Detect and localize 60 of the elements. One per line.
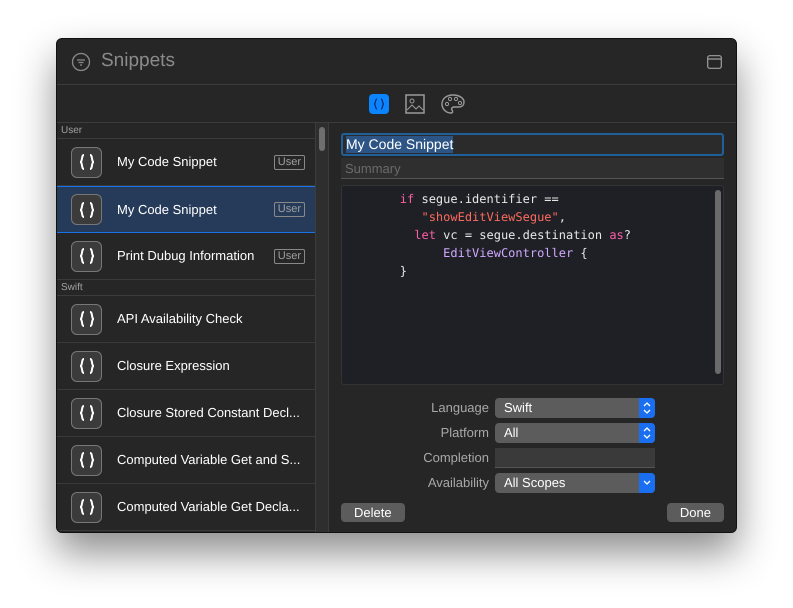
property-label: Platform (440, 424, 489, 442)
braces-icon (71, 398, 102, 428)
image-icon (404, 94, 424, 114)
summary-field[interactable]: Summary (341, 158, 724, 179)
snippet-name: Print Dubug Information (117, 247, 254, 266)
braces-icon (71, 444, 102, 476)
library-tab[interactable] (368, 94, 388, 114)
done-button[interactable]: Done (666, 503, 724, 522)
library-tab[interactable] (404, 94, 424, 114)
snippet-row[interactable]: Computed Variable Get and S... (57, 437, 315, 484)
snippet-row[interactable]: Closure Expression (57, 343, 315, 390)
snippet-row[interactable]: API Availability Check (57, 296, 315, 343)
snippet-row[interactable]: My Code Snippet User (57, 186, 315, 233)
scrollbar-thumb[interactable] (715, 190, 721, 374)
section-header: User (57, 123, 315, 139)
user-badge: User (274, 202, 305, 217)
property-label: Completion (422, 448, 489, 467)
snippet-row[interactable]: Closure Stored Constant Decl... (57, 390, 315, 437)
braces-icon (71, 240, 102, 272)
title-field[interactable]: My Code Snippet (341, 133, 724, 156)
filter-icon[interactable] (71, 52, 91, 72)
user-badge: User (274, 248, 305, 264)
property-label: Language (430, 398, 489, 417)
braces-icon (71, 146, 102, 178)
braces-icon (71, 304, 102, 334)
completion-field[interactable] (495, 448, 655, 468)
chevron-icon (639, 472, 655, 492)
user-badge: User (274, 154, 305, 170)
sidebar-toggle-icon[interactable] (707, 54, 722, 68)
popup-button[interactable]: Swift (495, 398, 655, 418)
braces-icon (71, 350, 102, 382)
property-label: Availability (426, 474, 489, 492)
snippet-row[interactable]: Computed Variable Get Decla... (57, 484, 315, 531)
braces-icon (71, 194, 102, 225)
stepper-icon (639, 422, 655, 442)
snippet-name: My Code Snippet (117, 200, 217, 219)
code-line: EditViewController { (442, 245, 588, 262)
window-title: Snippets (101, 49, 175, 74)
scrollbar-thumb[interactable] (319, 127, 325, 151)
braces-icon (71, 492, 102, 522)
snippet-name: My Code Snippet (117, 153, 217, 172)
code-editor[interactable]: if segue.identifier == "showEditViewSegue", let vc = segue.destination as? EditViewController { } (341, 185, 724, 385)
section-header: Swift (57, 280, 315, 296)
snippet-name: Closure Stored Constant Decl... (117, 404, 300, 422)
braces-icon (372, 98, 384, 110)
code-line: let vc = segue.destination as? (413, 227, 631, 244)
snippet-name: Computed Variable Get Decla... (117, 498, 300, 516)
snippet-name: Closure Expression (117, 357, 230, 376)
code-line: "showEditViewSegue", (420, 209, 566, 226)
library-tab[interactable] (440, 94, 464, 114)
code-line: if segue.identifier == (398, 191, 559, 208)
snippet-name: Computed Variable Get and S... (117, 451, 300, 470)
popup-button[interactable]: All Scopes (495, 472, 655, 492)
palette-icon (440, 94, 464, 114)
snippet-name: API Availability Check (117, 310, 242, 328)
popup-button[interactable]: All (495, 422, 655, 442)
delete-button[interactable]: Delete (341, 503, 405, 522)
stepper-icon (639, 398, 655, 418)
snippet-row[interactable]: Print Dubug Information User (57, 233, 315, 280)
code-line: } (398, 263, 408, 280)
